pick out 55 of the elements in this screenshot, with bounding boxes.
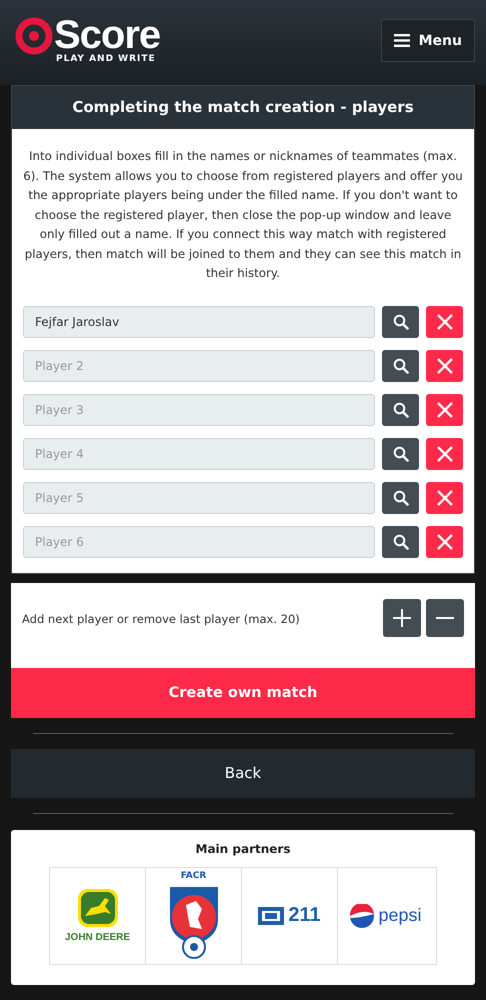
- remove-button[interactable]: [426, 526, 463, 558]
- partners-title: Main partners: [194, 842, 292, 856]
- search-button[interactable]: [382, 482, 419, 514]
- remove-button[interactable]: [426, 438, 463, 470]
- search-icon: [392, 402, 408, 418]
- player-field[interactable]: Player 5: [23, 482, 375, 514]
- close-icon: [436, 532, 454, 550]
- player-field[interactable]: Player 6: [23, 526, 375, 558]
- create-match-button[interactable]: Create own match: [11, 668, 475, 718]
- close-icon: [436, 312, 454, 330]
- partner-logo[interactable]: JOHN DEERE: [50, 868, 146, 964]
- add-button[interactable]: [383, 598, 421, 636]
- player-field[interactable]: Player 3: [23, 394, 375, 426]
- remove-button[interactable]: [426, 306, 463, 338]
- search-button[interactable]: [382, 306, 419, 338]
- partner-name: JOHN DEERE: [64, 932, 130, 943]
- search-icon: [392, 358, 408, 374]
- player-field[interactable]: Player 2: [23, 350, 375, 382]
- remove-last-button[interactable]: [426, 598, 464, 636]
- remove-button[interactable]: [426, 482, 463, 514]
- player-field[interactable]: Player 4: [23, 438, 375, 470]
- partner-name: pepsi: [378, 905, 422, 926]
- add-remove-label: Add next player or remove last player (max. 20): [22, 612, 300, 626]
- close-icon: [436, 400, 454, 418]
- search-button[interactable]: [382, 350, 419, 382]
- globe-icon: [350, 904, 374, 928]
- close-icon: [436, 356, 454, 374]
- search-icon: [392, 446, 408, 462]
- search-icon: [392, 314, 408, 330]
- search-button[interactable]: [382, 526, 419, 558]
- plus-icon: [393, 608, 411, 626]
- remove-button[interactable]: [426, 350, 463, 382]
- minus-icon: [436, 616, 454, 618]
- emblem-icon: [258, 906, 284, 924]
- tagline: PLAY AND WRITE: [56, 54, 157, 64]
- partner-name: FACR: [180, 872, 206, 881]
- partner-logo[interactable]: FACR: [146, 868, 242, 964]
- menu-button[interactable]: Menu: [380, 19, 475, 62]
- card-title: Completing the match creation - players: [12, 86, 474, 129]
- close-icon: [436, 488, 454, 506]
- partner-logo[interactable]: 211: [242, 868, 338, 964]
- search-icon: [392, 534, 408, 550]
- remove-button[interactable]: [426, 394, 463, 426]
- search-icon: [392, 490, 408, 506]
- menu-icon: [394, 34, 410, 47]
- logo-text: Score: [54, 16, 160, 54]
- partner-name: 211: [288, 904, 321, 927]
- player-field[interactable]: Fejfar Jaroslav: [23, 306, 375, 338]
- back-button[interactable]: Back: [11, 748, 475, 798]
- description: Into individual boxes fill in the names or nicknames of teammates (max. 6). The system allows you to choose from registered players and offer you the appropriate players being under the filled name. If you don't want to choose the registered player, then close the pop-up window and leave only filled out a name. If you connect this way match with registered players, then match will be joined to them and they can see this match in their history.: [23, 148, 463, 282]
- search-button[interactable]: [382, 438, 419, 470]
- close-icon: [436, 444, 454, 462]
- partner-logo[interactable]: pepsi: [338, 868, 434, 964]
- search-button[interactable]: [382, 394, 419, 426]
- logo-icon: [14, 16, 54, 56]
